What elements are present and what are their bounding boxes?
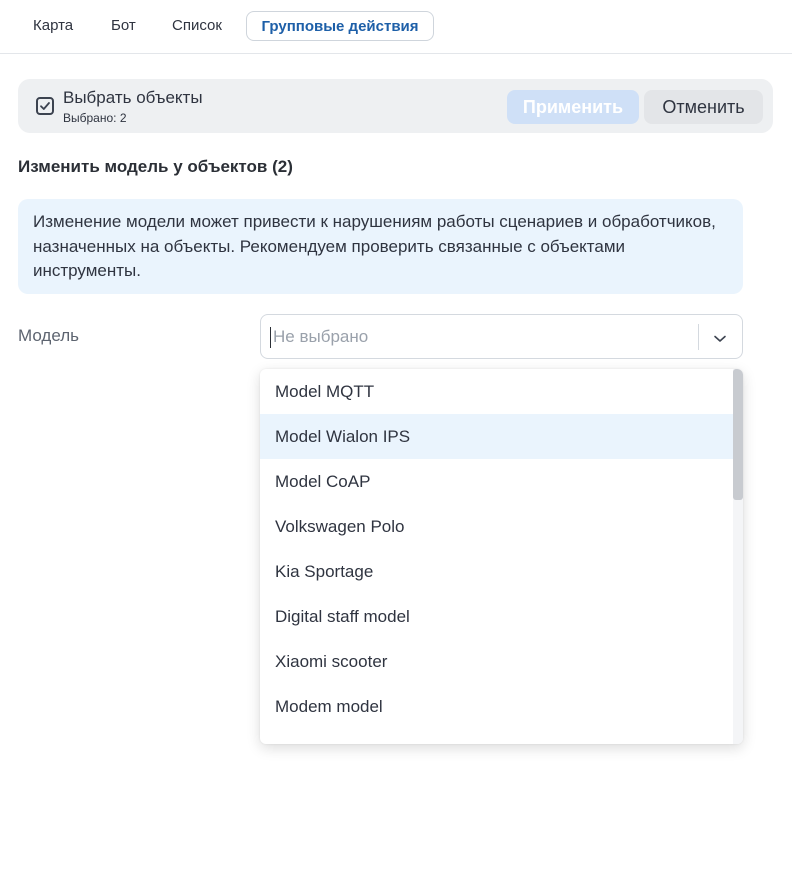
model-dropdown: Model MQTT Model Wialon IPS Model CoAP V… [260, 369, 743, 744]
tab-list[interactable]: Список [158, 11, 236, 41]
dropdown-option[interactable]: Model MQTT [260, 369, 734, 414]
section-title: Изменить модель у объектов (2) [18, 157, 293, 176]
dropdown-option[interactable]: Xiaomi scooter [260, 639, 734, 684]
chevron-down-icon[interactable] [713, 331, 727, 342]
model-label: Модель [18, 326, 80, 345]
dropdown-scrollbar-thumb[interactable] [733, 369, 743, 500]
dropdown-option[interactable]: Volkswagen Polo [260, 504, 734, 549]
selection-bar: Выбрать объекты Выбрано: 2 Применить Отм… [18, 79, 773, 133]
model-select[interactable]: Не выбрано [260, 314, 743, 359]
dropdown-option[interactable]: Model Wialon IPS [260, 414, 734, 459]
warning-notice: Изменение модели может привести к наруше… [18, 199, 743, 294]
apply-button[interactable]: Применить [507, 90, 639, 124]
selected-count: Выбрано: 2 [63, 111, 127, 125]
tab-bar: Карта Бот Список Групповые действия [0, 0, 792, 54]
tab-map[interactable]: Карта [19, 11, 87, 41]
dropdown-option[interactable]: Modem model [260, 684, 734, 729]
select-divider [698, 324, 699, 350]
cancel-button[interactable]: Отменить [644, 90, 763, 124]
model-select-placeholder: Не выбрано [273, 327, 369, 346]
dropdown-option[interactable]: Kia Sportage [260, 549, 734, 594]
dropdown-option[interactable]: Model CoAP [260, 459, 734, 504]
select-objects-title: Выбрать объекты [63, 88, 203, 107]
tab-group-actions[interactable]: Групповые действия [246, 11, 434, 41]
dropdown-option[interactable]: Digital staff model [260, 594, 734, 639]
tab-bot[interactable]: Бот [97, 11, 150, 41]
text-cursor [270, 327, 271, 348]
checkbox-checked-icon[interactable] [36, 97, 54, 115]
